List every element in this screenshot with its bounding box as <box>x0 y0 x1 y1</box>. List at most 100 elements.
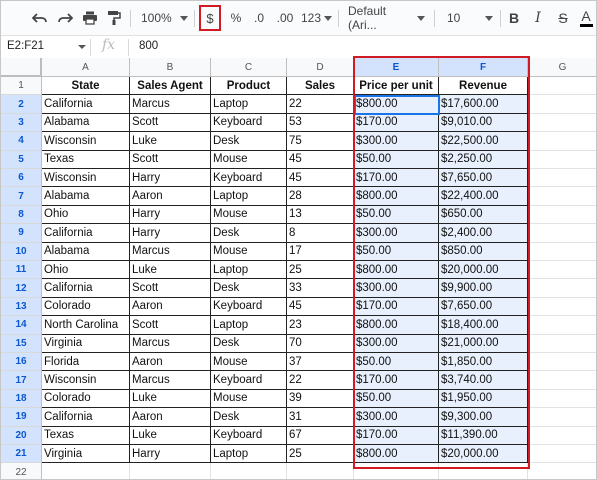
grid-cell[interactable] <box>528 371 596 390</box>
table-cell[interactable]: Texas <box>42 150 130 169</box>
table-cell[interactable]: $300.00 <box>354 224 439 243</box>
table-cell[interactable]: $7,650.00 <box>439 297 528 317</box>
table-cell[interactable]: Scott <box>130 316 211 335</box>
bold-button[interactable]: B <box>507 8 521 28</box>
table-cell[interactable]: $800.00 <box>354 95 439 114</box>
redo-icon[interactable] <box>56 8 74 28</box>
font-size-dropdown-icon[interactable] <box>484 8 494 28</box>
table-cell[interactable]: $800.00 <box>354 187 439 206</box>
table-cell[interactable]: 25 <box>287 261 354 280</box>
table-cell[interactable]: Desk <box>211 224 287 243</box>
row-header[interactable]: 5 <box>1 150 42 169</box>
table-cell[interactable]: $170.00 <box>354 297 439 317</box>
table-cell[interactable]: Alabama <box>42 113 130 133</box>
row-header[interactable]: 17 <box>1 371 42 390</box>
table-cell[interactable]: Laptop <box>211 316 287 335</box>
grid-cell[interactable] <box>528 279 596 298</box>
table-cell[interactable]: Alabama <box>42 242 130 261</box>
table-cell[interactable]: California <box>42 224 130 243</box>
table-cell[interactable]: $11,390.00 <box>439 426 528 445</box>
decrease-decimal-button[interactable]: .0 <box>249 8 269 28</box>
table-cell[interactable]: Desk <box>211 408 287 427</box>
increase-decimal-button[interactable]: .00 <box>274 8 296 28</box>
column-header[interactable]: F <box>439 58 528 77</box>
table-cell[interactable]: 28 <box>287 187 354 206</box>
table-cell[interactable]: $9,300.00 <box>439 408 528 427</box>
row-header[interactable]: 20 <box>1 426 42 445</box>
table-cell[interactable]: Laptop <box>211 261 287 280</box>
table-cell[interactable]: Florida <box>42 353 130 372</box>
table-cell[interactable]: Keyboard <box>211 297 287 317</box>
table-header-cell[interactable]: Price per unit <box>354 77 439 96</box>
table-cell[interactable]: Ohio <box>42 205 130 225</box>
grid-cell[interactable] <box>528 335 596 353</box>
table-cell[interactable]: Wisconsin <box>42 169 130 188</box>
column-header[interactable]: D <box>287 58 354 77</box>
table-cell[interactable]: $50.00 <box>354 353 439 372</box>
table-cell[interactable]: Luke <box>130 132 211 151</box>
row-header[interactable]: 10 <box>1 242 42 261</box>
table-cell[interactable]: California <box>42 408 130 427</box>
table-cell[interactable]: Luke <box>130 389 211 409</box>
table-cell[interactable]: Colorado <box>42 389 130 409</box>
table-cell[interactable]: Keyboard <box>211 113 287 133</box>
print-icon[interactable] <box>81 8 99 28</box>
grid-cell[interactable] <box>287 463 354 479</box>
table-cell[interactable]: Keyboard <box>211 169 287 188</box>
row-header[interactable]: 12 <box>1 279 42 298</box>
table-cell[interactable]: $18,400.00 <box>439 316 528 335</box>
table-cell[interactable]: 75 <box>287 132 354 151</box>
row-header[interactable]: 11 <box>1 261 42 280</box>
table-cell[interactable]: Mouse <box>211 242 287 261</box>
table-cell[interactable]: $7,650.00 <box>439 169 528 188</box>
table-cell[interactable]: $170.00 <box>354 426 439 445</box>
row-header[interactable]: 22 <box>1 463 42 479</box>
table-cell[interactable]: Harry <box>130 169 211 188</box>
table-cell[interactable]: $20,000.00 <box>439 445 528 464</box>
font-dropdown-icon[interactable] <box>416 8 426 28</box>
grid-cell[interactable] <box>528 261 596 280</box>
table-cell[interactable]: $21,000.00 <box>439 334 528 353</box>
table-cell[interactable]: $800.00 <box>354 261 439 280</box>
table-cell[interactable]: Marcus <box>130 242 211 261</box>
table-cell[interactable]: 8 <box>287 224 354 243</box>
table-cell[interactable]: Mouse <box>211 150 287 169</box>
table-cell[interactable]: Laptop <box>211 187 287 206</box>
table-cell[interactable]: Laptop <box>211 95 287 114</box>
table-cell[interactable]: Scott <box>130 279 211 298</box>
table-cell[interactable]: 31 <box>287 408 354 427</box>
table-cell[interactable]: Ohio <box>42 261 130 280</box>
table-cell[interactable]: $300.00 <box>354 132 439 151</box>
table-cell[interactable]: Alabama <box>42 187 130 206</box>
grid-cell[interactable] <box>528 298 596 317</box>
table-cell[interactable]: $300.00 <box>354 334 439 353</box>
paint-format-icon[interactable] <box>105 8 123 28</box>
table-cell[interactable]: Keyboard <box>211 371 287 390</box>
table-cell[interactable]: North Carolina <box>42 316 130 335</box>
grid-cell[interactable] <box>528 169 596 188</box>
table-cell[interactable]: $300.00 <box>354 408 439 427</box>
row-header[interactable]: 9 <box>1 224 42 243</box>
table-cell[interactable]: 45 <box>287 169 354 188</box>
grid-cell[interactable] <box>528 77 596 96</box>
grid-cell[interactable] <box>528 95 596 114</box>
table-cell[interactable]: $2,400.00 <box>439 224 528 243</box>
table-cell[interactable]: $22,400.00 <box>439 187 528 206</box>
table-cell[interactable]: 23 <box>287 316 354 335</box>
column-header[interactable]: A <box>42 58 130 77</box>
table-cell[interactable]: Virginia <box>42 445 130 464</box>
grid-cell[interactable] <box>528 151 596 169</box>
table-cell[interactable]: $1,850.00 <box>439 353 528 372</box>
grid-cell[interactable] <box>528 243 596 261</box>
table-cell[interactable]: Scott <box>130 113 211 133</box>
table-cell[interactable]: Luke <box>130 426 211 445</box>
table-cell[interactable]: California <box>42 279 130 298</box>
grid-cell[interactable] <box>528 114 596 133</box>
percent-format-button[interactable]: % <box>229 8 243 28</box>
grid-cell[interactable] <box>439 463 528 479</box>
table-cell[interactable]: $1,950.00 <box>439 389 528 409</box>
font-family-select[interactable]: Default (Ari... <box>348 4 414 32</box>
grid-cell[interactable] <box>528 445 596 464</box>
table-cell[interactable]: Mouse <box>211 205 287 225</box>
italic-button[interactable]: I <box>531 8 545 28</box>
